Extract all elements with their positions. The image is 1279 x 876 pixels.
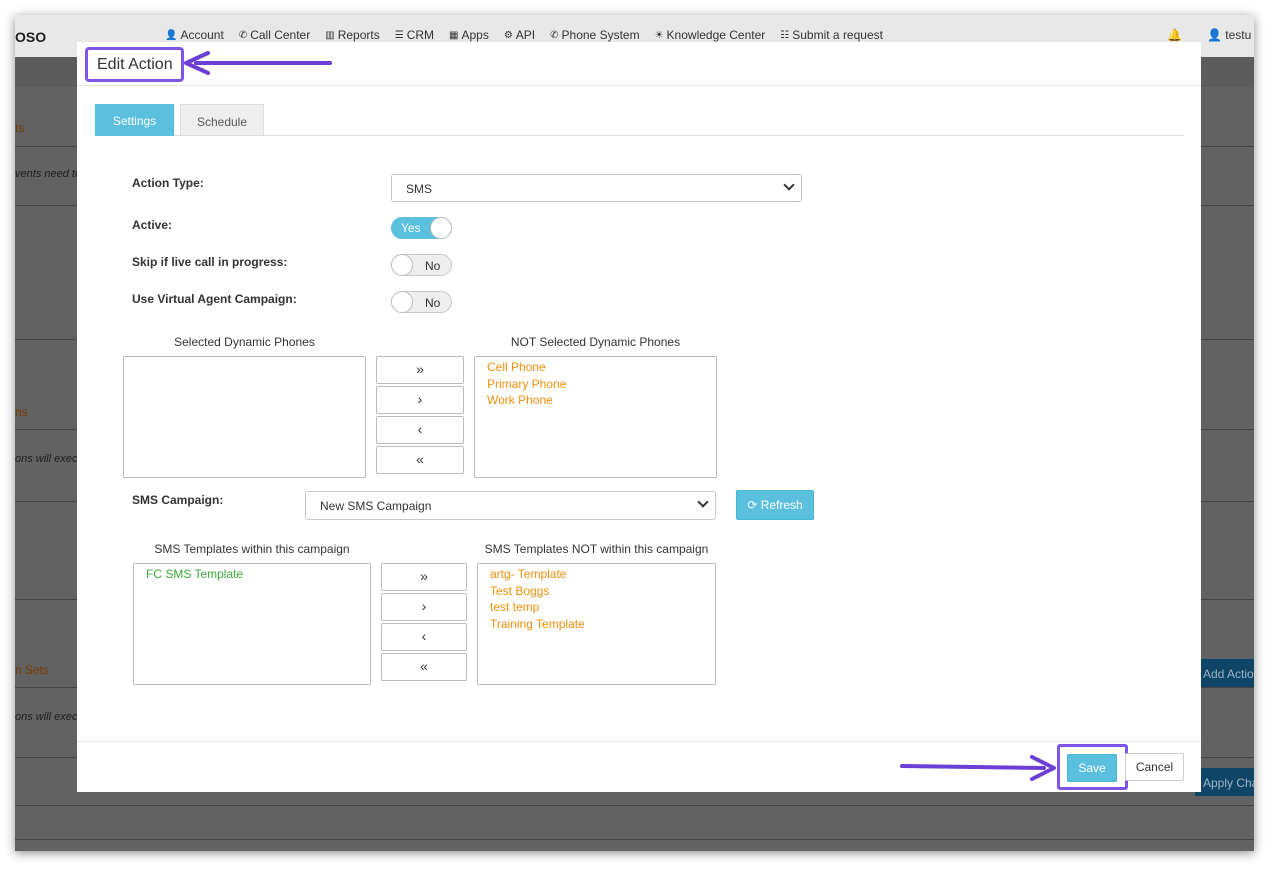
- chevron-down-icon: [697, 496, 709, 508]
- action-type-select[interactable]: SMS: [391, 174, 802, 202]
- phone-icon: ✆: [550, 29, 559, 41]
- sms-campaign-label: SMS Campaign:: [132, 493, 224, 507]
- save-highlight: Save: [1057, 744, 1128, 790]
- nav-account[interactable]: 👤 Account: [165, 28, 224, 42]
- list-item[interactable]: artg- Template: [490, 566, 703, 583]
- cancel-button[interactable]: Cancel: [1125, 753, 1184, 781]
- list-item[interactable]: Training Template: [490, 616, 703, 633]
- ticket-icon: ☷: [780, 29, 790, 41]
- toggle-knob: [391, 254, 413, 276]
- templates-not-within-title: SMS Templates NOT within this campaign: [484, 542, 709, 556]
- skip-live-call-toggle[interactable]: No: [391, 254, 452, 276]
- tab-bar: Settings Schedule: [95, 104, 1184, 136]
- active-toggle[interactable]: Yes: [391, 217, 452, 239]
- backdrop-section-title: ns: [15, 405, 28, 419]
- list-item[interactable]: FC SMS Template: [146, 566, 358, 583]
- template-move-right-button[interactable]: ›: [381, 593, 467, 621]
- bell-icon[interactable]: 🔔: [1167, 28, 1182, 42]
- list-icon: ☰: [394, 29, 404, 41]
- active-label: Active:: [132, 218, 173, 232]
- save-button[interactable]: Save: [1067, 754, 1117, 782]
- user-icon: 👤: [165, 29, 178, 41]
- toggle-knob: [430, 217, 452, 239]
- backdrop-divider: [15, 839, 1254, 840]
- backdrop-caption: ons will execu: [15, 711, 84, 723]
- list-item[interactable]: test temp: [490, 599, 703, 616]
- nav-apps[interactable]: ▦ Apps: [449, 28, 489, 42]
- nav-knowledge-center[interactable]: ☀ Knowledge Center: [655, 28, 766, 42]
- templates-within-list[interactable]: FC SMS Template: [133, 563, 371, 685]
- template-move-all-right-button[interactable]: »: [381, 563, 467, 591]
- backdrop-caption: vents need to: [15, 168, 82, 180]
- backdrop-apply-button: Apply Cha: [1195, 768, 1254, 796]
- tab-schedule[interactable]: Schedule: [180, 104, 264, 136]
- annotation-arrow-title: [184, 51, 332, 75]
- tab-settings[interactable]: Settings: [95, 104, 174, 136]
- skip-live-call-label: Skip if live call in progress:: [132, 255, 288, 269]
- selected-dynamic-phones-title: Selected Dynamic Phones: [174, 335, 315, 349]
- backdrop-caption: ons will execu: [15, 453, 84, 465]
- action-type-label: Action Type:: [132, 176, 204, 190]
- toggle-knob: [391, 291, 413, 313]
- brand-logo: OSO: [15, 29, 47, 45]
- bar-chart-icon: ▥: [325, 29, 335, 41]
- not-selected-dynamic-phones-title: NOT Selected Dynamic Phones: [510, 335, 681, 349]
- list-item[interactable]: Work Phone: [487, 392, 704, 409]
- grid-icon: ▦: [449, 29, 459, 41]
- move-left-button[interactable]: ‹: [376, 416, 464, 444]
- move-right-button[interactable]: ›: [376, 386, 464, 414]
- refresh-button[interactable]: ⟳ Refresh: [736, 490, 814, 520]
- move-all-left-button[interactable]: «: [376, 446, 464, 474]
- backdrop-section-title: n Sets: [15, 663, 50, 677]
- template-move-left-button[interactable]: ‹: [381, 623, 467, 651]
- list-item[interactable]: Primary Phone: [487, 376, 704, 393]
- nav-crm[interactable]: ☰ CRM: [395, 28, 434, 42]
- list-item[interactable]: Cell Phone: [487, 359, 704, 376]
- sms-campaign-select[interactable]: New SMS Campaign: [305, 491, 716, 520]
- templates-not-within-list[interactable]: artg- Template Test Boggs test temp Trai…: [477, 563, 716, 685]
- backdrop-section-title: ts: [15, 121, 25, 135]
- gear-icon: ⚙: [503, 29, 513, 41]
- templates-within-title: SMS Templates within this campaign: [154, 542, 350, 556]
- template-move-all-left-button[interactable]: «: [381, 653, 467, 681]
- virtual-agent-label: Use Virtual Agent Campaign:: [132, 292, 297, 306]
- list-item[interactable]: Test Boggs: [490, 583, 703, 600]
- nav-phone-system[interactable]: ✆ Phone System: [550, 28, 639, 42]
- not-selected-dynamic-phones-list[interactable]: Cell Phone Primary Phone Work Phone: [474, 356, 717, 478]
- modal-title: Edit Action: [85, 47, 184, 82]
- backdrop-divider: [15, 805, 1254, 806]
- edit-action-modal: Edit Action Settings Schedule Action Typ…: [77, 42, 1201, 792]
- main-nav: 👤 Account ✆ Call Center ▥ Reports ☰ CRM ▦ App…: [165, 28, 883, 42]
- user-menu[interactable]: 👤 testu: [1207, 28, 1251, 42]
- nav-submit-request[interactable]: ☷ Submit a request: [780, 28, 883, 42]
- nav-api[interactable]: ⚙ API: [504, 28, 535, 42]
- backdrop-add-action-button: Add Actio: [1195, 659, 1254, 687]
- annotation-arrow-save: [900, 755, 1056, 781]
- nav-call-center[interactable]: ✆ Call Center: [239, 28, 310, 42]
- selected-dynamic-phones-list[interactable]: [123, 356, 366, 478]
- refresh-icon: ⟳: [747, 498, 758, 512]
- virtual-agent-toggle[interactable]: No: [391, 291, 452, 313]
- phone-icon: ✆: [238, 29, 248, 41]
- nav-reports[interactable]: ▥ Reports: [325, 28, 379, 42]
- chevron-down-icon: [783, 179, 795, 191]
- move-all-right-button[interactable]: »: [376, 356, 464, 384]
- lightbulb-icon: ☀: [654, 29, 664, 41]
